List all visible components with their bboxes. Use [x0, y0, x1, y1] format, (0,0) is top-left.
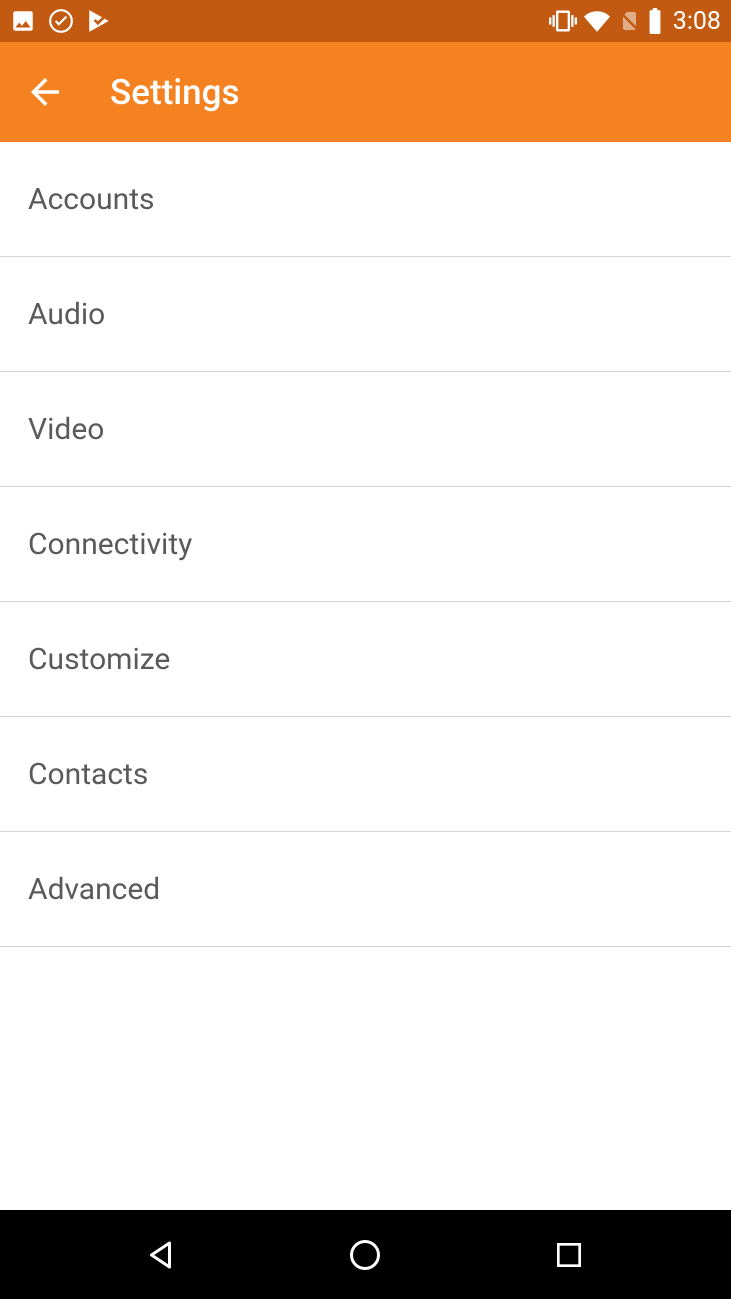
status-right: 3:08 — [549, 7, 721, 36]
list-item-accounts[interactable]: Accounts — [0, 142, 731, 257]
vibrate-icon — [549, 7, 577, 35]
list-item-label: Video — [28, 412, 104, 447]
back-button[interactable] — [24, 64, 80, 120]
settings-list: Accounts Audio Video Connectivity Custom… — [0, 142, 731, 1210]
app-bar: Settings — [0, 42, 731, 142]
status-clock: 3:08 — [673, 7, 721, 36]
list-item-label: Customize — [28, 642, 170, 677]
battery-icon — [647, 8, 663, 34]
status-left — [10, 8, 112, 34]
status-bar: 3:08 — [0, 0, 731, 42]
arrow-back-icon — [24, 71, 66, 113]
page-title: Settings — [110, 72, 240, 113]
nav-recent-button[interactable] — [529, 1225, 609, 1285]
triangle-back-icon — [144, 1237, 180, 1273]
list-item-label: Audio — [28, 297, 105, 332]
play-check-icon — [86, 8, 112, 34]
list-item-label: Accounts — [28, 182, 155, 217]
list-item-customize[interactable]: Customize — [0, 602, 731, 717]
check-circle-icon — [48, 8, 74, 34]
list-item-label: Advanced — [28, 872, 160, 907]
image-icon — [10, 8, 36, 34]
circle-home-icon — [347, 1237, 383, 1273]
list-item-label: Connectivity — [28, 527, 192, 562]
list-item-connectivity[interactable]: Connectivity — [0, 487, 731, 602]
nav-back-button[interactable] — [122, 1225, 202, 1285]
list-item-audio[interactable]: Audio — [0, 257, 731, 372]
wifi-icon — [583, 8, 611, 34]
list-item-label: Contacts — [28, 757, 148, 792]
square-recent-icon — [553, 1239, 585, 1271]
list-item-advanced[interactable]: Advanced — [0, 832, 731, 947]
nav-home-button[interactable] — [325, 1225, 405, 1285]
list-item-contacts[interactable]: Contacts — [0, 717, 731, 832]
no-sim-icon — [617, 8, 641, 34]
navigation-bar — [0, 1210, 731, 1299]
list-item-video[interactable]: Video — [0, 372, 731, 487]
